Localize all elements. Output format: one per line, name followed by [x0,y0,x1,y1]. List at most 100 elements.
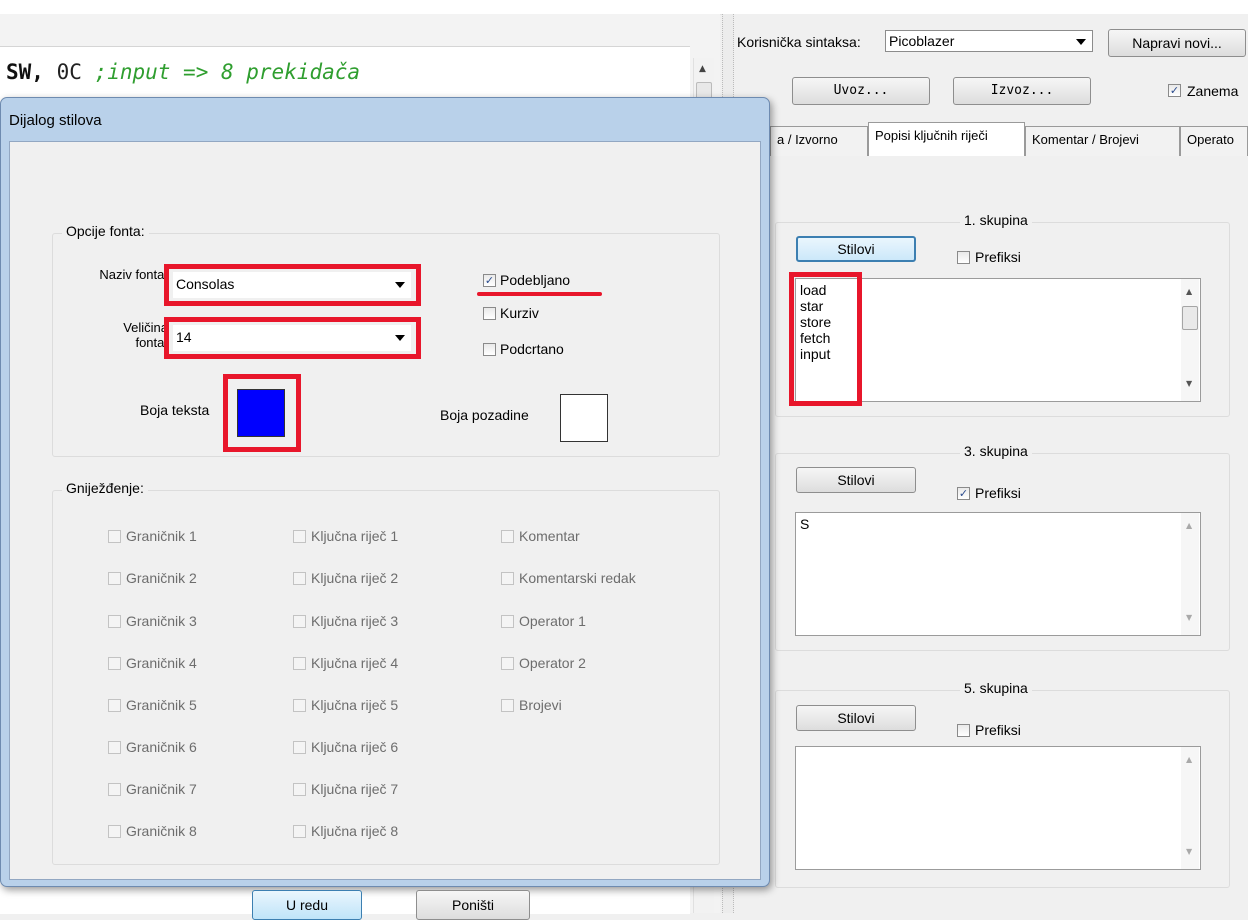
text-color-label: Boja teksta [140,402,210,418]
nest-checkbox[interactable] [501,657,514,670]
tab-source[interactable]: a / Izvorno [770,126,868,156]
scroll-down-icon[interactable]: ▼ [1186,613,1192,622]
syntax-select-value: Picoblazer [889,33,955,49]
scroll-down-icon[interactable]: ▼ [1186,847,1192,856]
tab-comment-numbers[interactable]: Komentar / Brojevi [1025,126,1180,156]
background-color-swatch[interactable] [560,394,608,442]
new-syntax-button[interactable]: Napravi novi... [1108,29,1246,57]
bold-checkbox[interactable]: ✓ [483,274,496,287]
nest-checkbox[interactable] [108,783,121,796]
nest-label: Ključna riječ 4 [311,655,399,671]
ignore-checkbox[interactable]: ✓ [1168,84,1181,97]
italic-checkbox[interactable] [483,307,496,320]
group-1-prefix-checkbox[interactable] [957,251,970,264]
group-3-scrollbar[interactable]: ▲ ▼ [1181,513,1199,635]
nest-checkbox[interactable] [293,530,306,543]
nest-checkbox[interactable] [293,741,306,754]
group-1-scrollbar[interactable]: ▲ ▼ [1181,279,1199,401]
scroll-up-icon[interactable]: ▲ [699,64,706,74]
nest-checkbox[interactable] [293,572,306,585]
nest-checkbox[interactable] [293,615,306,628]
nest-checkbox[interactable] [501,572,514,585]
underline-checkbox[interactable] [483,343,496,356]
group-5-prefix-label: Prefiksi [975,722,1021,738]
nest-label: Komentarski redak [519,570,636,586]
highlight-keywords [789,272,862,406]
import-button[interactable]: Uvoz... [792,77,930,105]
nest-label: Graničnik 8 [126,823,197,839]
nest-label: Graničnik 1 [126,528,197,544]
group-1-scroll-thumb[interactable] [1182,306,1198,330]
nest-label: Operator 1 [519,613,586,629]
nest-label: Graničnik 7 [126,781,197,797]
nest-checkbox[interactable] [293,783,306,796]
scroll-up-icon[interactable]: ▲ [1186,287,1192,296]
nest-label: Ključna riječ 7 [311,781,399,797]
group-1-prefix-label: Prefiksi [975,249,1021,265]
code-keyword: SW, [6,60,44,84]
nest-checkbox[interactable] [501,699,514,712]
group-1-title: 1. skupina [960,212,1032,228]
code-line: SW, 0C ;input => 8 prekidača [6,60,360,84]
nest-checkbox[interactable] [108,530,121,543]
syntax-label: Korisnička sintaksa: [737,34,861,50]
nest-label: Ključna riječ 3 [311,613,399,629]
nest-label: Graničnik 2 [126,570,197,586]
group-5-prefix-checkbox[interactable] [957,724,970,737]
scroll-up-icon[interactable]: ▲ [1186,755,1192,764]
italic-label: Kurziv [500,305,539,321]
font-size-label: Veličina fonta: [123,320,168,348]
nest-checkbox[interactable] [108,572,121,585]
nest-checkbox[interactable] [108,699,121,712]
nest-label: Ključna riječ 6 [311,739,399,755]
cancel-button[interactable]: Poništi [416,890,530,920]
nesting-title: Gniježđenje: [62,480,148,496]
style-dialog: Dijalog stilova Opcije fonta: Naziv font… [0,97,770,920]
group-5-scrollbar[interactable]: ▲ ▼ [1181,747,1199,869]
font-options-title: Opcije fonta: [62,223,149,239]
nest-label: Komentar [519,528,580,544]
chevron-down-icon [1076,39,1086,45]
group-1-styles-button[interactable]: Stilovi [796,236,916,262]
group-3-title: 3. skupina [960,443,1032,459]
nest-checkbox[interactable] [293,699,306,712]
scroll-down-icon[interactable]: ▼ [1186,379,1192,388]
nest-checkbox[interactable] [293,657,306,670]
scroll-up-icon[interactable]: ▲ [1186,521,1192,530]
font-name-label: Naziv fonta: [99,267,168,282]
nest-checkbox[interactable] [108,741,121,754]
nest-checkbox[interactable] [108,825,121,838]
nest-label: Operator 2 [519,655,586,671]
tab-keyword-lists[interactable]: Popisi ključnih riječi [868,122,1025,156]
group-5-styles-button[interactable]: Stilovi [796,705,916,731]
syntax-select[interactable]: Picoblazer [885,30,1093,52]
nest-checkbox[interactable] [293,825,306,838]
group-3-prefix-checkbox[interactable]: ✓ [957,487,970,500]
group-3-styles-button[interactable]: Stilovi [796,467,916,493]
nest-label: Graničnik 3 [126,613,197,629]
dialog-body: Opcije fonta: Naziv fonta: Consolas Veli… [9,141,761,920]
bold-underline-mark [477,292,602,296]
nest-checkbox[interactable] [501,530,514,543]
underline-label: Podcrtano [500,341,564,357]
highlight-font-size [164,317,421,359]
nesting-group [52,490,720,865]
nest-checkbox[interactable] [108,657,121,670]
group-3-keyword-list[interactable]: S [795,512,1201,636]
nest-checkbox[interactable] [501,615,514,628]
top-strip [0,0,1248,15]
group-3-prefix-label: Prefiksi [975,485,1021,501]
nest-label: Ključna riječ 5 [311,697,399,713]
ok-button[interactable]: U redu [252,890,362,920]
tab-operators[interactable]: Operato [1180,126,1248,156]
nest-label: Brojevi [519,697,562,713]
nest-checkbox[interactable] [108,615,121,628]
nest-label: Graničnik 6 [126,739,197,755]
export-button[interactable]: Izvoz... [953,77,1091,105]
keyword-item: S [800,516,810,532]
ignore-label: Zanema [1187,83,1239,99]
group-5-keyword-list[interactable] [795,746,1201,870]
nest-label: Ključna riječ 2 [311,570,399,586]
highlight-font-name [164,264,421,306]
dialog-title: Dijalog stilova [9,112,102,129]
